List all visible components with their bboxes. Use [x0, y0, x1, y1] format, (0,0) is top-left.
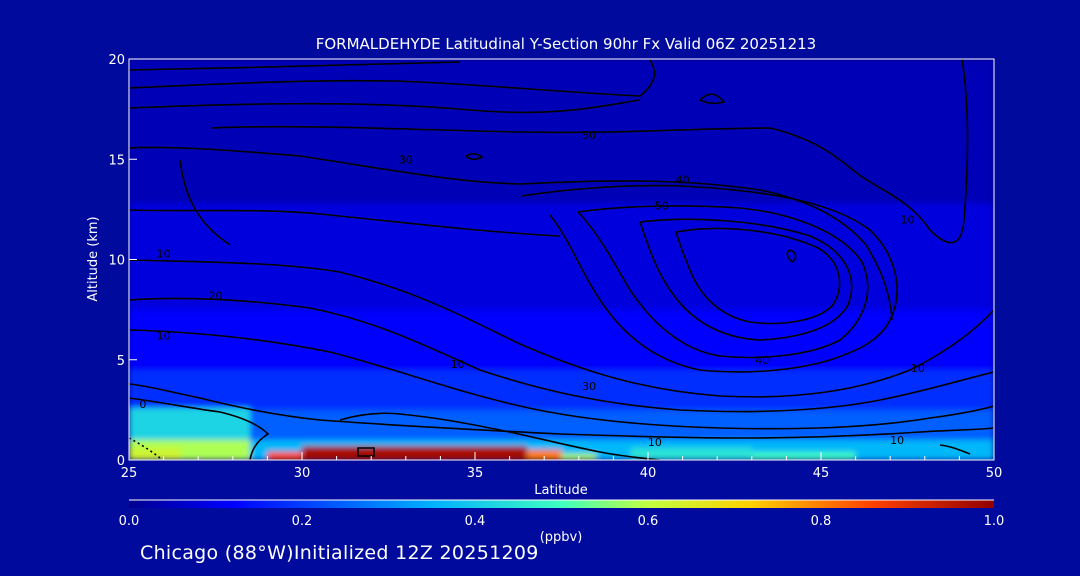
- contour-label: 10: [157, 330, 171, 343]
- contour-label: 30: [399, 153, 413, 166]
- contour-label: 50: [655, 199, 669, 212]
- contour-label: 40: [676, 173, 690, 186]
- contour-label: 30: [582, 380, 596, 393]
- colorbar-tick-label: 0.8: [811, 514, 832, 529]
- contour-label: 10: [901, 213, 915, 226]
- y-tick-label: 5: [117, 354, 125, 369]
- contour-label: 40: [755, 354, 769, 367]
- contour-label: 10: [890, 434, 904, 447]
- colorbar-tick-label: 0.4: [465, 514, 486, 529]
- x-tick-label: 50: [986, 466, 1003, 481]
- x-axis-label: Latitude: [534, 483, 588, 498]
- concentration-cell: [751, 451, 856, 460]
- colorbar: 0.0 0.2 0.4 0.6 0.8 1.0 (ppbv): [119, 499, 1005, 545]
- y-tick-label: 15: [108, 153, 125, 168]
- contour-label: 20: [209, 290, 223, 303]
- colorbar-tick-label: 0.0: [119, 514, 140, 529]
- plot-area: 3050405020101010010304010101030: [129, 59, 994, 460]
- x-tick-label: 30: [294, 466, 311, 481]
- contour-label: 50: [582, 129, 596, 142]
- concentration-cell: [302, 445, 527, 460]
- colorbar-gradient: [129, 500, 994, 508]
- y-tick-label: 20: [108, 53, 125, 68]
- contour-label: 10: [911, 362, 925, 375]
- chart-figure: FORMALDEHYDE Latitudinal Y-Section 90hr …: [86, 35, 1005, 545]
- x-tick-label: 40: [640, 466, 657, 481]
- contour-label: 0: [139, 398, 146, 411]
- concentration-cell: [129, 369, 994, 410]
- y-tick-label: 0: [117, 454, 125, 469]
- y-tick-label: 10: [108, 254, 125, 269]
- x-tick-label: 45: [813, 466, 830, 481]
- x-tick-label: 35: [467, 466, 484, 481]
- colorbar-tick-label: 0.2: [292, 514, 313, 529]
- concentration-cell: [129, 407, 251, 440]
- footer-location-info: Chicago (88°W)Initialized 12Z 20251209: [140, 542, 539, 564]
- y-axis-label: Altitude (km): [86, 216, 101, 301]
- colorbar-tick-label: 1.0: [984, 514, 1005, 529]
- concentration-fill-layer: [129, 59, 994, 460]
- contour-label: 10: [451, 358, 465, 371]
- contour-label: 10: [648, 436, 662, 449]
- concentration-cell: [129, 203, 994, 310]
- concentration-cell: [267, 451, 302, 460]
- contour-label: 10: [157, 247, 171, 260]
- chart-title: FORMALDEHYDE Latitudinal Y-Section 90hr …: [316, 35, 816, 53]
- colorbar-ticks: 0.0 0.2 0.4 0.6 0.8 1.0: [119, 514, 1005, 529]
- colorbar-tick-label: 0.6: [638, 514, 659, 529]
- colorbar-unit-label: (ppbv): [540, 530, 583, 545]
